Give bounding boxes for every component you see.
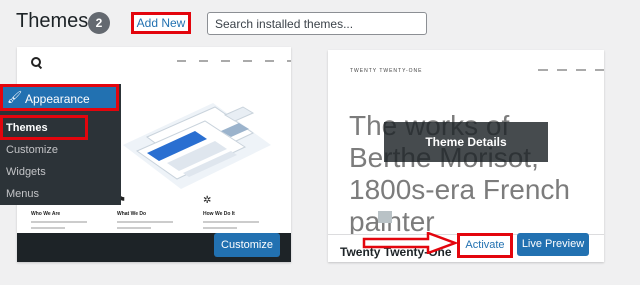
menu-item-appearance[interactable]: 🖌 Appearance xyxy=(0,84,119,111)
theme-preview-nav xyxy=(538,69,604,71)
theme-preview-nav xyxy=(177,60,291,62)
submenu-item-widgets[interactable]: Widgets xyxy=(6,166,46,178)
paintbrush-icon: 🖌 xyxy=(7,90,23,104)
flag-icon: ⚑ xyxy=(117,195,126,206)
theme-preview-image xyxy=(378,211,392,223)
page-title: Themes xyxy=(16,10,89,32)
themes-screen: Themes 2 Add New ◆ Who We Are ⚑ xyxy=(0,0,640,285)
admin-menu: 🖌 Appearance Themes Customize Widgets Me… xyxy=(0,84,121,205)
search-themes-input[interactable] xyxy=(207,12,427,35)
activate-button[interactable]: Activate xyxy=(457,233,513,258)
submenu-item-themes[interactable]: Themes xyxy=(6,122,48,134)
live-preview-button[interactable]: Live Preview xyxy=(517,233,589,256)
pointer-arrow-icon xyxy=(362,232,457,254)
feature-item: ✲ How We Do It xyxy=(203,195,259,229)
customize-button[interactable]: Customize xyxy=(214,233,280,257)
theme-preview-site-title: TWENTY TWENTY-ONE xyxy=(350,68,423,74)
add-new-button[interactable]: Add New xyxy=(131,12,191,34)
feature-item: ⚑ What We Do xyxy=(117,195,173,229)
theme-count-badge: 2 xyxy=(88,12,110,34)
theme-logo-icon xyxy=(31,57,41,67)
submenu-item-menus[interactable]: Menus xyxy=(6,188,39,200)
theme-illustration xyxy=(123,103,271,189)
submenu-item-customize[interactable]: Customize xyxy=(6,144,58,156)
gears-icon: ✲ xyxy=(203,195,212,206)
theme-details-button[interactable]: Theme Details xyxy=(384,122,548,162)
